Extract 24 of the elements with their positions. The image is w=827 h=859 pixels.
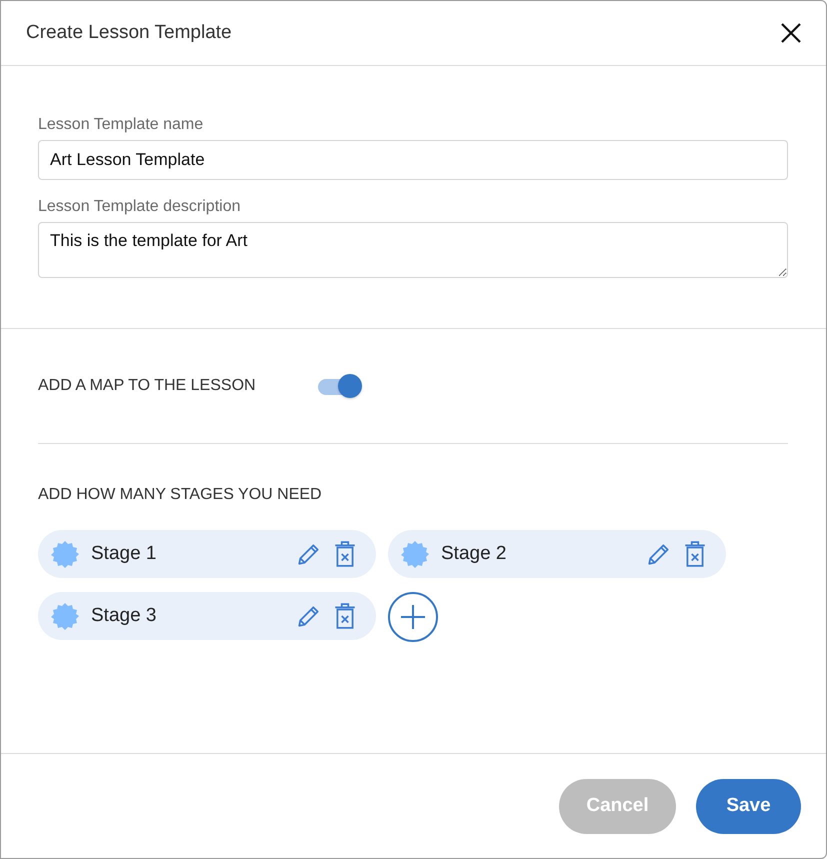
- badge-icon: [51, 540, 79, 568]
- stage-chip[interactable]: Stage 1: [38, 530, 376, 578]
- description-field[interactable]: This is the template for Art: [38, 222, 788, 278]
- delete-icon[interactable]: [334, 541, 356, 567]
- dialog-title: Create Lesson Template: [26, 22, 232, 44]
- delete-icon[interactable]: [334, 603, 356, 629]
- badge-icon: [401, 540, 429, 568]
- delete-icon[interactable]: [684, 541, 706, 567]
- toggle-label: ADD A MAP TO THE LESSON: [38, 377, 256, 395]
- stage-chip[interactable]: Stage 3: [38, 592, 376, 640]
- stage-label: Stage 3: [91, 605, 158, 627]
- close-icon[interactable]: [780, 22, 802, 44]
- stage-chip[interactable]: Stage 2: [388, 530, 726, 578]
- stage-label: Stage 2: [441, 543, 508, 565]
- field-label: Lesson Template description: [38, 198, 242, 216]
- map-toggle[interactable]: [318, 374, 362, 398]
- field-label: Lesson Template name: [38, 116, 204, 134]
- add-stage-button[interactable]: [388, 592, 438, 642]
- badge-icon: [51, 602, 79, 630]
- stage-label: Stage 1: [91, 543, 158, 565]
- plus-icon: [400, 604, 426, 630]
- save-button[interactable]: Save: [696, 778, 801, 834]
- name-field[interactable]: Art Lesson Template: [38, 140, 788, 180]
- section-heading: ADD HOW MANY STAGES YOU NEED: [38, 486, 322, 503]
